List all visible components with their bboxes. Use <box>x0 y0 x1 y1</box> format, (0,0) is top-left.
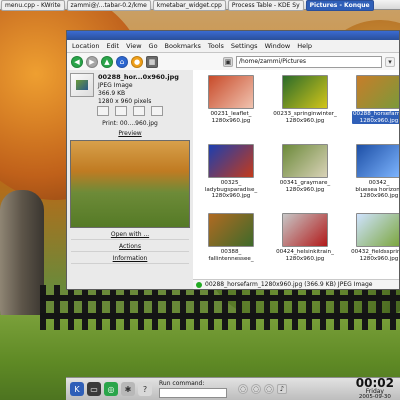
file-item[interactable]: 00388_ fallintennessee_ <box>199 213 263 277</box>
menu-bookmarks[interactable]: Bookmarks <box>165 42 201 50</box>
file-label: 00342_ bluesea horizon_ 1280x960.jpg <box>355 180 400 199</box>
konqueror-window: Location Edit View Go Bookmarks Tools Se… <box>66 30 400 290</box>
wallpaper-fence <box>40 285 400 330</box>
menu-location[interactable]: Location <box>72 42 100 50</box>
clock[interactable]: 00:02 Friday 2005-09-30 <box>356 377 400 401</box>
tray-icon[interactable]: ◌ <box>251 384 261 394</box>
file-header: 00288_hor...0x960.jpg JPEG Image 366.9 K… <box>67 70 193 105</box>
file-label: 00424_helsinkitrain_ 1280x960.jpg <box>276 249 334 262</box>
toolbar: ◀ ▶ ▲ ⌂ ● ▦ ▣ /home/zammi/Pictures ▾ <box>67 53 399 71</box>
content-area: 00288_hor...0x960.jpg JPEG Image 366.9 K… <box>67 70 399 289</box>
terminal-icon[interactable]: ▭ <box>87 382 101 396</box>
forward-arrow-icon[interactable]: ▶ <box>86 55 98 68</box>
sidebar-button-row <box>67 104 193 118</box>
kde-panel: K ▭ ◎ ✱ ? Run command: ◌ ◌ ◌ ♪ 00:02 Fri… <box>66 377 400 400</box>
thumbnail <box>282 75 328 109</box>
file-item-selected[interactable]: 00288_horsefarm_ 1280x960.jpg <box>347 75 399 139</box>
taskbar: menu.cpp - KWrite zammi@/...tabar-0.2/km… <box>0 0 400 11</box>
system-tray: ◌ ◌ ◌ ♪ <box>238 384 287 394</box>
file-name: 00288_hor...0x960.jpg <box>98 73 179 81</box>
browser-icon[interactable]: ◎ <box>104 382 118 396</box>
status-indicator-icon <box>196 281 202 288</box>
wallpaper-tree-trunk <box>0 190 44 330</box>
chevron-down-icon[interactable]: ▾ <box>385 56 395 67</box>
menu-settings[interactable]: Settings <box>231 42 258 50</box>
file-label: 00432_fieldsspring_ 1280x960.jpg <box>351 249 399 262</box>
file-type-icon <box>70 73 94 97</box>
file-item[interactable]: 00341_graymare_ 1280x960.jpg <box>273 144 337 208</box>
file-label: 00288_horsefarm_ 1280x960.jpg <box>351 111 399 124</box>
metabar-sidebar: 00288_hor...0x960.jpg JPEG Image 366.9 K… <box>67 70 194 289</box>
file-item[interactable]: 00424_helsinkitrain_ 1280x960.jpg <box>273 213 337 277</box>
address-bar: ▣ /home/zammi/Pictures ▾ <box>223 55 395 68</box>
file-browser-panel: 00231_leaflet_ 1280x960.jpg 00233_spring… <box>193 70 399 279</box>
sidebar-action-button[interactable] <box>97 106 109 116</box>
menu-go[interactable]: Go <box>149 42 158 50</box>
file-label: 00233_springinwinter_ 1280x960.jpg <box>273 111 337 124</box>
volume-icon[interactable]: ♪ <box>277 384 287 394</box>
thumbnail <box>356 75 399 109</box>
open-with-link[interactable]: Open with ... <box>71 231 189 240</box>
file-label: 00388_ fallintennessee_ <box>208 249 254 262</box>
actions-link[interactable]: Actions <box>71 243 189 252</box>
thumbnail <box>208 144 254 178</box>
menu-edit[interactable]: Edit <box>107 42 120 50</box>
thumbnail <box>356 213 399 247</box>
tray-icon[interactable]: ◌ <box>238 384 248 394</box>
thumbnail <box>356 144 399 178</box>
help-icon[interactable]: ? <box>138 382 152 396</box>
tray-icon[interactable]: ◌ <box>264 384 274 394</box>
sidebar-action-button[interactable] <box>115 106 127 116</box>
preview-label[interactable]: Preview <box>67 129 193 138</box>
file-dimensions: 1280 x 960 pixels <box>98 98 152 105</box>
folder-icon: ▣ <box>223 56 233 67</box>
file-label: 00231_leaflet_ 1280x960.jpg <box>210 111 252 124</box>
back-arrow-icon[interactable]: ◀ <box>71 55 83 68</box>
menubar: Location Edit View Go Bookmarks Tools Se… <box>67 40 399 53</box>
home-icon[interactable]: ⌂ <box>116 55 128 68</box>
sidebar-action-button[interactable] <box>151 106 163 116</box>
menu-help[interactable]: Help <box>297 42 312 50</box>
stop-icon[interactable]: ● <box>131 55 143 68</box>
file-label: 00325_ ladybugsparadise_ 1280x960.jpg <box>204 180 258 199</box>
information-link[interactable]: Information <box>71 255 189 264</box>
file-item[interactable]: 00432_fieldsspring_ 1280x960.jpg <box>347 213 399 277</box>
file-size: 366.9 KB <box>98 90 126 97</box>
taskbar-task[interactable]: kmetabar_widget.cpp <box>152 0 226 11</box>
file-item[interactable]: 00325_ ladybugsparadise_ 1280x960.jpg <box>199 144 263 208</box>
file-type: JPEG Image <box>98 82 133 89</box>
run-command: Run command: <box>159 380 227 398</box>
preview-image <box>70 140 190 228</box>
file-item[interactable]: 00233_springinwinter_ 1280x960.jpg <box>273 75 337 139</box>
menu-view[interactable]: View <box>126 42 141 50</box>
window-titlebar[interactable] <box>67 31 399 40</box>
run-command-input[interactable] <box>159 388 227 398</box>
menu-window[interactable]: Window <box>265 42 291 50</box>
taskbar-task-active[interactable]: Pictures - Konque <box>305 0 374 11</box>
thumbnail-grid: 00231_leaflet_ 1280x960.jpg 00233_spring… <box>199 75 400 277</box>
menu-tools[interactable]: Tools <box>208 42 224 50</box>
file-item[interactable]: 00231_leaflet_ 1280x960.jpg <box>199 75 263 139</box>
statusbar: 00288_horsefarm_1280x960.jpg (366.9 KB) … <box>193 279 399 289</box>
print-label[interactable]: Print: 00....960.jpg <box>67 118 193 129</box>
run-command-label: Run command: <box>159 380 205 387</box>
thumbnail <box>282 213 328 247</box>
taskbar-task[interactable]: zammi@/...tabar-0.2/kme <box>66 0 151 11</box>
sidebar-links: Open with ... Actions Information <box>67 231 193 264</box>
status-text: 00288_horsefarm_1280x960.jpg (366.9 KB) … <box>205 281 373 288</box>
sidebar-action-button[interactable] <box>133 106 145 116</box>
file-label: 00341_graymare_ 1280x960.jpg <box>279 180 331 193</box>
icon-view-icon[interactable]: ▦ <box>146 55 158 68</box>
file-item[interactable]: 00342_ bluesea horizon_ 1280x960.jpg <box>347 144 400 208</box>
up-arrow-icon[interactable]: ▲ <box>101 55 113 68</box>
thumbnail <box>208 213 254 247</box>
thumbnail <box>208 75 254 109</box>
taskbar-task[interactable]: menu.cpp - KWrite <box>1 0 65 11</box>
taskbar-task[interactable]: Process Table - KDE Sy <box>227 0 304 11</box>
settings-gear-icon[interactable]: ✱ <box>121 382 135 396</box>
file-info: 00288_hor...0x960.jpg JPEG Image 366.9 K… <box>98 73 179 105</box>
thumbnail <box>282 144 328 178</box>
kmenu-icon[interactable]: K <box>70 382 84 396</box>
address-field[interactable]: /home/zammi/Pictures <box>236 55 382 68</box>
